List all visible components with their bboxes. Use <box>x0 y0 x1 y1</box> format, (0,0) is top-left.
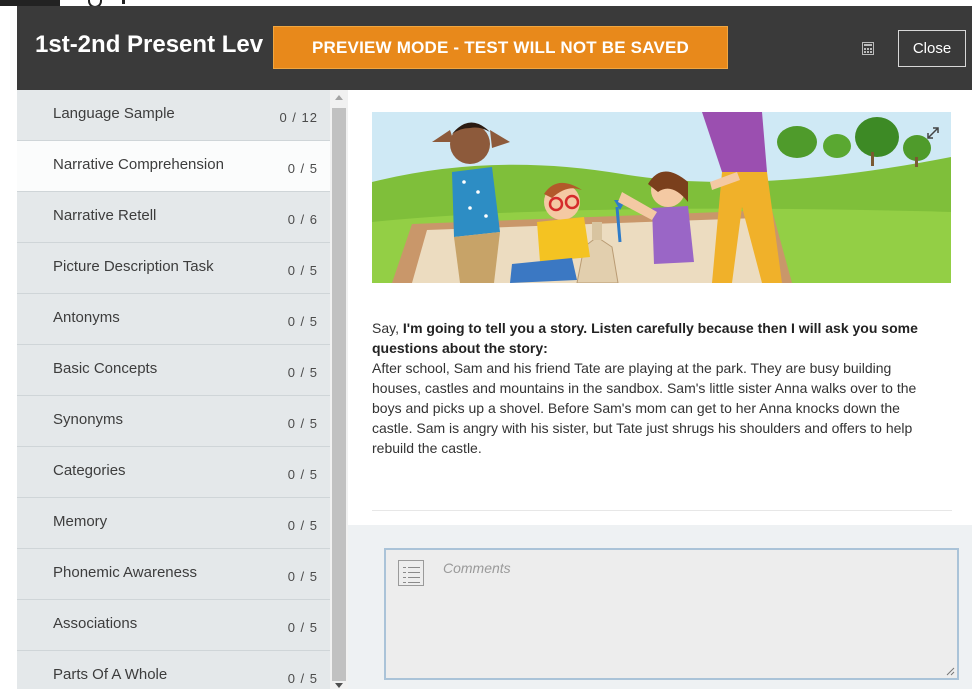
scroll-up-arrow-icon[interactable] <box>335 95 343 100</box>
sidebar-item-score: 0 / 5 <box>287 263 318 278</box>
sidebar-item-label: Language Sample <box>53 105 175 122</box>
sidebar-item-score: 0 / 5 <box>287 569 318 584</box>
sidebar-item-score: 0 / 5 <box>287 365 318 380</box>
sidebar-item-label: Phonemic Awareness <box>53 564 197 581</box>
close-button[interactable]: Close <box>898 30 966 67</box>
scroll-thumb[interactable] <box>332 108 346 681</box>
expand-icon[interactable] <box>926 126 940 140</box>
sidebar-item-label: Narrative Retell <box>53 207 157 224</box>
sidebar-item-narrative-comprehension[interactable]: Narrative Comprehension 0 / 5 <box>17 141 330 192</box>
sidebar-item-score: 0 / 5 <box>287 314 318 329</box>
resize-grip-icon[interactable] <box>945 666 955 676</box>
content-divider <box>372 510 952 511</box>
sidebar-item-score: 0 / 5 <box>287 467 318 482</box>
say-prefix: Say, <box>372 320 403 336</box>
sidebar-item-phonemic-awareness[interactable]: Phonemic Awareness 0 / 5 <box>17 549 330 600</box>
sidebar-item-label: Picture Description Task <box>53 258 214 275</box>
sidebar-item-label: Parts Of A Whole <box>53 666 168 683</box>
sidebar-scrollbar[interactable] <box>330 90 348 689</box>
sidebar-item-label: Associations <box>53 615 138 632</box>
sidebar-item-categories[interactable]: Categories 0 / 5 <box>17 447 330 498</box>
preview-mode-banner: PREVIEW MODE - TEST WILL NOT BE SAVED <box>273 26 728 69</box>
story-instructions: Say, I'm going to tell you a story. List… <box>372 318 934 458</box>
sidebar-item-score: 0 / 5 <box>287 161 318 176</box>
sidebar-item-score: 0 / 12 <box>279 110 318 125</box>
scroll-down-arrow-icon[interactable] <box>335 683 343 688</box>
sidebar-item-parts-of-a-whole[interactable]: Parts Of A Whole 0 / 5 <box>17 651 330 689</box>
sidebar-item-label: Antonyms <box>53 309 120 326</box>
calculator-icon[interactable] <box>862 42 874 55</box>
sidebar-item-label: Narrative Comprehension <box>53 156 224 173</box>
sidebar-item-score: 0 / 5 <box>287 416 318 431</box>
sidebar-item-picture-description-task[interactable]: Picture Description Task 0 / 5 <box>17 243 330 294</box>
say-prompt: I'm going to tell you a story. Listen ca… <box>372 320 918 356</box>
sidebar-item-associations[interactable]: Associations 0 / 5 <box>17 600 330 651</box>
section-sidebar: Language Sample 0 / 12 Narrative Compreh… <box>17 90 330 689</box>
sidebar-item-score: 0 / 5 <box>287 518 318 533</box>
sidebar-item-score: 0 / 6 <box>287 212 318 227</box>
test-title: 1st-2nd Present Lev <box>35 31 264 58</box>
sidebar-item-label: Basic Concepts <box>53 360 158 377</box>
story-illustration <box>372 112 951 283</box>
story-text: After school, Sam and his friend Tate ar… <box>372 360 917 456</box>
sidebar-item-score: 0 / 5 <box>287 620 318 635</box>
comments-placeholder: Comments <box>443 560 511 576</box>
sidebar-item-antonyms[interactable]: Antonyms 0 / 5 <box>17 294 330 345</box>
sidebar-item-language-sample[interactable]: Language Sample 0 / 12 <box>17 90 330 141</box>
app-window: 1st-2nd Present Lev PREVIEW MODE - TEST … <box>0 0 972 689</box>
sidebar-item-label: Memory <box>53 513 108 530</box>
sidebar-item-label: Categories <box>53 462 126 479</box>
comments-list-icon <box>398 560 424 586</box>
sidebar-item-basic-concepts[interactable]: Basic Concepts 0 / 5 <box>17 345 330 396</box>
sidebar-item-label: Synonyms <box>53 411 124 428</box>
comments-field[interactable]: Comments <box>384 548 959 680</box>
sidebar-item-memory[interactable]: Memory 0 / 5 <box>17 498 330 549</box>
sidebar-item-narrative-retell[interactable]: Narrative Retell 0 / 6 <box>17 192 330 243</box>
sidebar-item-score: 0 / 5 <box>287 671 318 686</box>
sidebar-item-synonyms[interactable]: Synonyms 0 / 5 <box>17 396 330 447</box>
test-header: 1st-2nd Present Lev PREVIEW MODE - TEST … <box>17 6 972 90</box>
